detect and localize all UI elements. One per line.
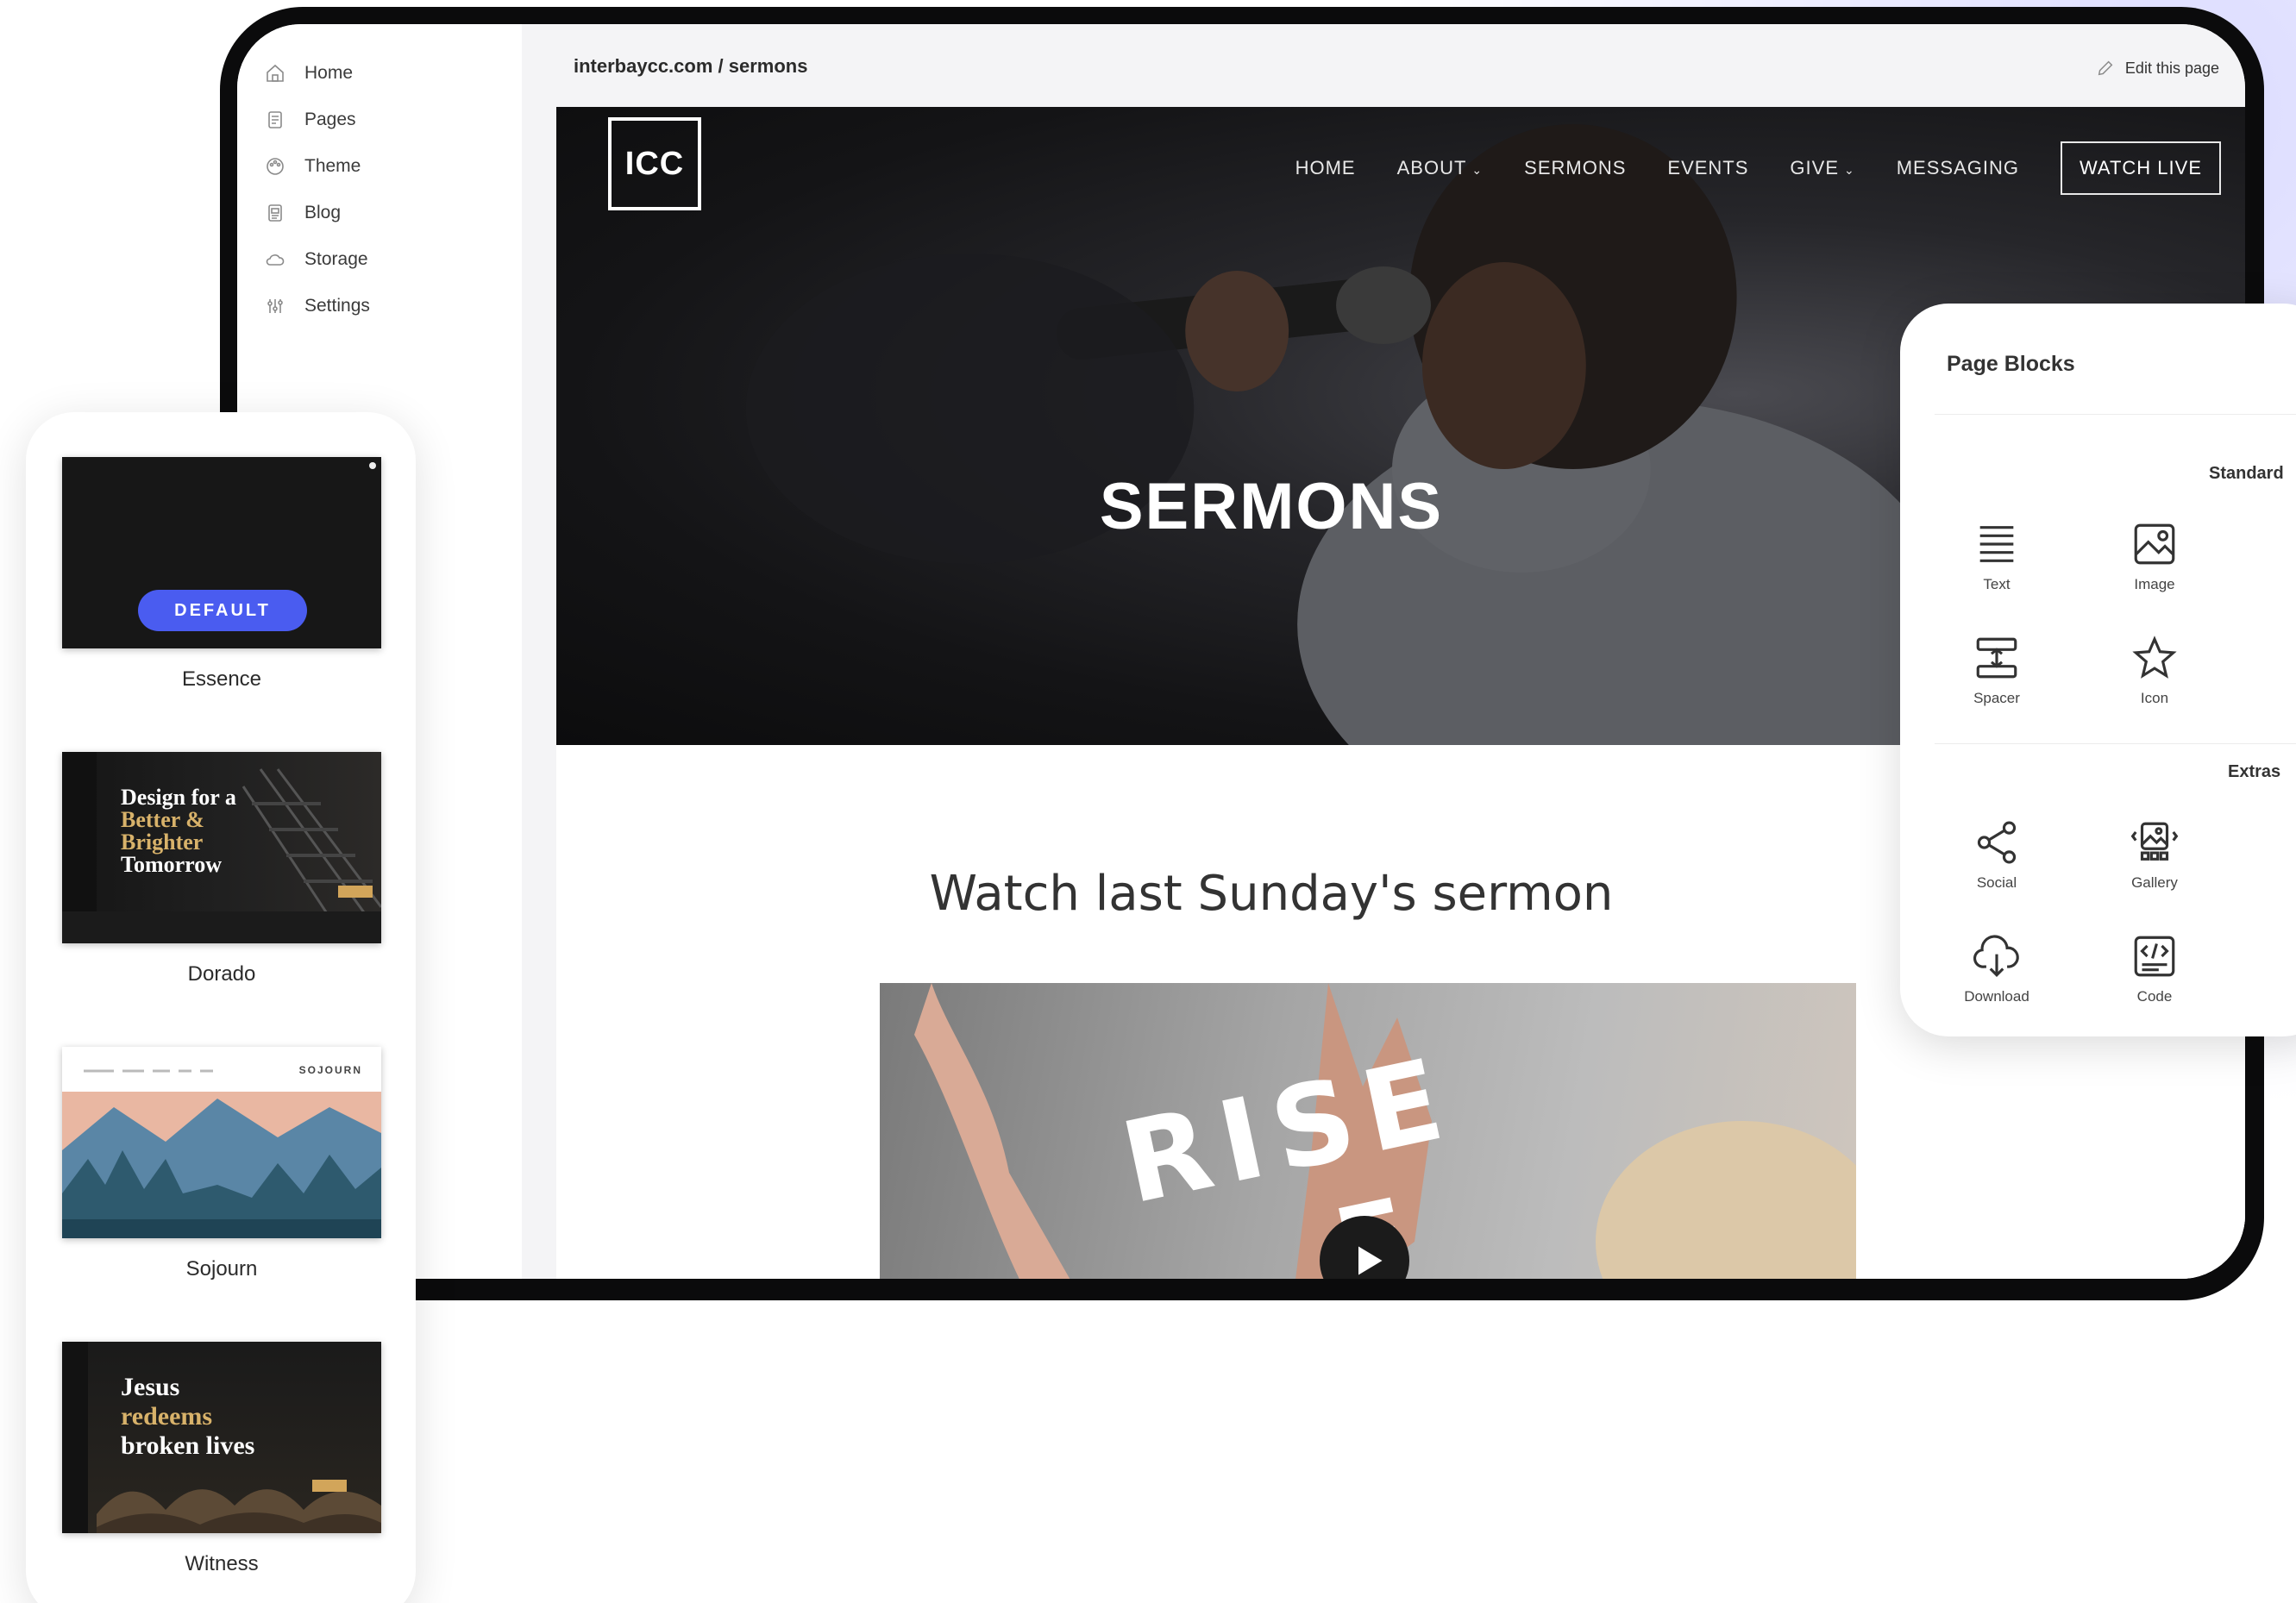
nav-events[interactable]: EVENTS xyxy=(1667,157,1748,179)
watch-live-button[interactable]: WATCH LIVE xyxy=(2060,141,2221,195)
edit-page-link[interactable]: Edit this page xyxy=(2096,59,2219,78)
block-code[interactable]: Code xyxy=(2103,931,2206,1005)
theme-card-dorado[interactable]: Design for a Better & Brighter Tomorrow … xyxy=(62,752,381,986)
star-icon xyxy=(2132,636,2177,679)
site-logo[interactable]: ICC xyxy=(608,117,701,210)
download-icon xyxy=(1973,935,2019,977)
settings-icon xyxy=(265,296,285,316)
sidebar-item-label: Pages xyxy=(304,110,356,129)
default-badge: DEFAULT xyxy=(138,590,307,631)
hero-title: SERMONS xyxy=(1099,470,1444,543)
page-blocks-panel: Page Blocks Standard Text Image Spacer I… xyxy=(1900,304,2296,1036)
nav-give-label: GIVE xyxy=(1790,157,1839,178)
spacer-icon xyxy=(1976,637,2017,679)
sidebar-item-label: Theme xyxy=(304,156,361,176)
cloud-icon xyxy=(265,249,285,270)
theme-cta xyxy=(338,886,373,898)
block-label: Gallery xyxy=(2131,874,2178,891)
sidebar-item-theme[interactable]: Theme xyxy=(237,143,522,190)
sidebar-item-storage[interactable]: Storage xyxy=(237,236,522,283)
section-title: Watch last Sunday's sermon xyxy=(929,866,1614,922)
theme-headline: Jesus redeems broken lives xyxy=(121,1373,255,1460)
image-icon xyxy=(2134,523,2175,565)
block-social[interactable]: Social xyxy=(1945,817,2048,892)
play-icon xyxy=(1358,1246,1383,1275)
standard-section-label: Standard xyxy=(2209,464,2284,483)
block-label: Image xyxy=(2134,576,2175,592)
code-icon xyxy=(2134,936,2175,977)
share-icon xyxy=(1977,821,2017,864)
home-icon xyxy=(265,63,285,84)
block-icon[interactable]: Icon xyxy=(2103,633,2206,707)
theme-name: Essence xyxy=(181,667,262,691)
theme-thumbnail: Design for a Better & Brighter Tomorrow xyxy=(62,752,381,943)
site-navigation: HOME ABOUT ⌄ SERMONS EVENTS GIVE ⌄ MESSAGI… xyxy=(1254,141,2221,195)
theme-card-witness[interactable]: Jesus redeems broken lives Witness xyxy=(62,1342,381,1576)
nav-about[interactable]: ABOUT ⌄ xyxy=(1397,157,1484,179)
gallery-icon xyxy=(2130,822,2179,861)
theme-card-essence[interactable]: DEFAULT Essence xyxy=(62,457,381,692)
block-label: Text xyxy=(1983,576,2011,592)
block-spacer[interactable]: Spacer xyxy=(1945,633,2048,707)
block-image[interactable]: Image xyxy=(2103,519,2206,593)
edit-page-label: Edit this page xyxy=(2124,59,2219,77)
editor-topbar: interbaycc.com / sermons Edit this page xyxy=(522,24,2245,107)
pages-icon xyxy=(265,110,285,130)
block-text[interactable]: Text xyxy=(1945,519,2048,593)
nav-about-label: ABOUT xyxy=(1396,157,1467,178)
themes-panel: DEFAULT Essence Design for a Better & Br… xyxy=(26,412,416,1603)
dot-icon xyxy=(369,462,376,469)
theme-thumbnail: SOJOURN xyxy=(62,1047,381,1238)
sidebar-item-label: Blog xyxy=(304,203,342,222)
nav-home[interactable]: HOME xyxy=(1295,157,1356,179)
sidebar-item-blog[interactable]: Blog xyxy=(237,190,522,236)
block-label: Icon xyxy=(2140,690,2169,706)
sidebar-item-home[interactable]: Home xyxy=(237,50,522,97)
theme-thumbnail: DEFAULT xyxy=(62,457,381,648)
theme-thumbnail: Jesus redeems broken lives xyxy=(62,1342,381,1533)
extras-section-label: Extras xyxy=(2228,762,2281,781)
block-gallery[interactable]: Gallery xyxy=(2103,817,2206,892)
theme-headline: Design for a Better & Brighter Tomorrow xyxy=(121,785,236,877)
block-label: Code xyxy=(2136,988,2173,1005)
sidebar-item-pages[interactable]: Pages xyxy=(237,97,522,143)
sidebar-item-label: Storage xyxy=(304,249,368,269)
nav-messaging[interactable]: MESSAGING xyxy=(1897,157,2019,179)
chevron-down-icon: ⌄ xyxy=(1844,163,1855,177)
page-blocks-title: Page Blocks xyxy=(1947,352,2075,376)
block-download[interactable]: Download xyxy=(1945,931,2048,1005)
block-label: Spacer xyxy=(1973,690,2020,706)
theme-name: Dorado xyxy=(187,962,256,986)
divider xyxy=(1935,743,2296,744)
block-label: Social xyxy=(1976,874,2017,891)
sermon-video[interactable]: RISE E xyxy=(880,983,1856,1279)
sidebar-item-label: Settings xyxy=(304,296,370,316)
theme-cta xyxy=(312,1480,347,1492)
blog-icon xyxy=(265,203,285,223)
theme-name: Witness xyxy=(185,1552,259,1575)
sidebar-item-label: Home xyxy=(304,63,354,83)
pencil-icon xyxy=(2098,60,2113,76)
nav-give[interactable]: GIVE ⌄ xyxy=(1790,157,1854,179)
sidebar-item-settings[interactable]: Settings xyxy=(237,283,522,329)
theme-brand: SOJOURN xyxy=(298,1064,362,1076)
text-icon xyxy=(1979,526,2014,562)
divider xyxy=(1935,414,2296,415)
theme-name: Sojourn xyxy=(185,1257,258,1281)
nav-sermons[interactable]: SERMONS xyxy=(1524,157,1626,179)
theme-card-sojourn[interactable]: SOJOURN Sojourn xyxy=(62,1047,381,1281)
block-label: Download xyxy=(1964,988,2029,1005)
page-url: interbaycc.com / sermons xyxy=(574,55,808,77)
chevron-down-icon: ⌄ xyxy=(1471,163,1484,177)
theme-icon xyxy=(265,156,285,177)
